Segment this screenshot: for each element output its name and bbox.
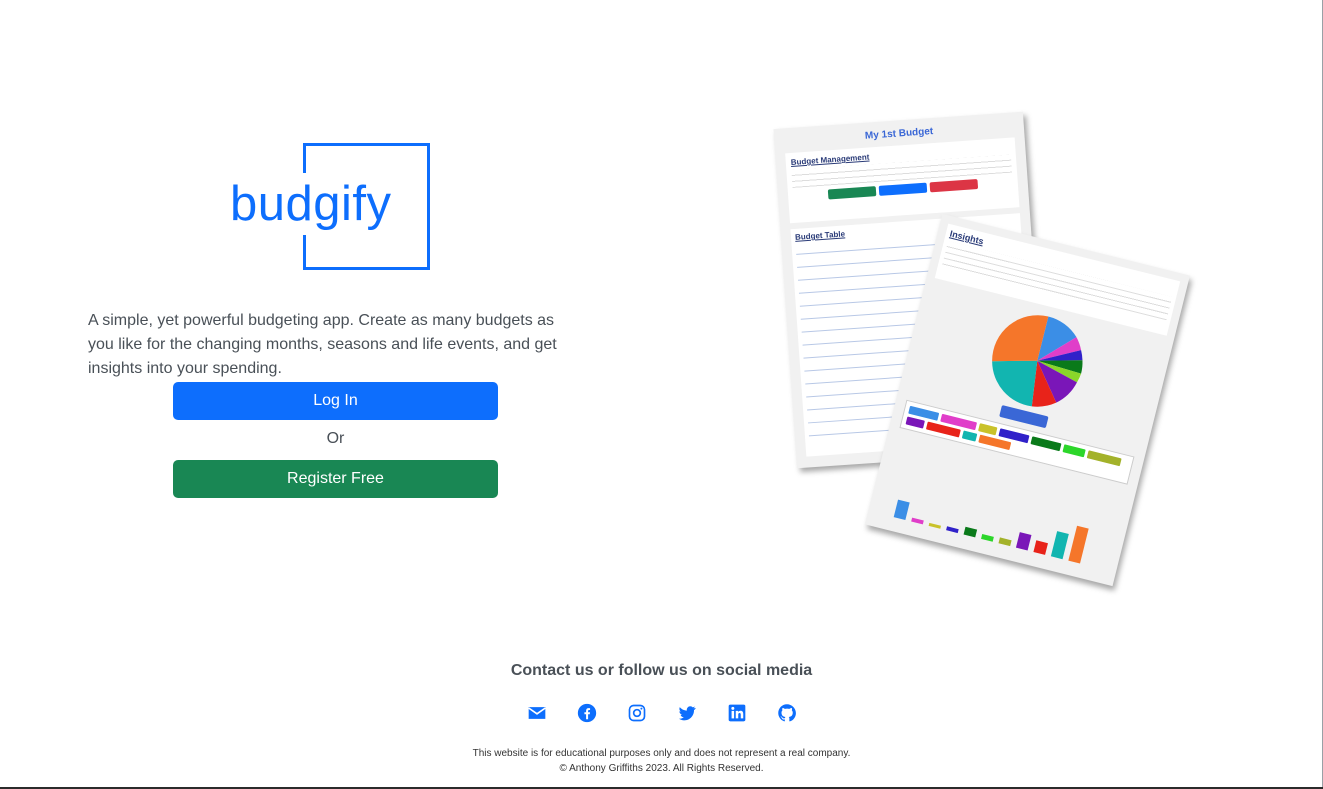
social-links — [527, 703, 797, 723]
footer-disclaimer: This website is for educational purposes… — [472, 748, 851, 759]
budget-management-panel: Budget Management — [785, 137, 1020, 224]
register-button[interactable]: Register Free — [173, 460, 498, 498]
mini-rename-button — [878, 182, 928, 196]
logo-text: budgify — [228, 173, 396, 235]
github-icon[interactable] — [777, 703, 797, 723]
mini-add-button — [827, 186, 877, 200]
login-button[interactable]: Log In — [173, 382, 498, 420]
or-separator: Or — [326, 430, 345, 447]
twitter-icon[interactable] — [677, 703, 697, 723]
pie-chart-thumbnail — [992, 315, 1083, 407]
footer-copyright: © Anthony Griffiths 2023. All Rights Res… — [559, 763, 764, 774]
instagram-icon[interactable] — [627, 703, 647, 723]
budgify-logo: budgify — [228, 143, 430, 270]
hero-tagline: A simple, yet powerful budgeting app. Cr… — [88, 312, 557, 377]
contact-heading: Contact us or follow us on social media — [510, 662, 813, 679]
linkedin-icon[interactable] — [727, 703, 747, 723]
mini-delete-button — [929, 179, 979, 193]
facebook-icon[interactable] — [577, 703, 597, 723]
app-preview-image: My 1st Budget Budget Management Budget T… — [760, 90, 1210, 587]
email-icon[interactable] — [527, 703, 547, 723]
